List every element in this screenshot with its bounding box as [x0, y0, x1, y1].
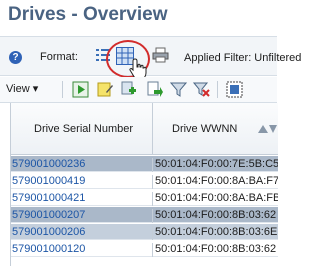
table-row[interactable]: 579001000236 50:01:04:F0:00:7E:5B:C5: [11, 156, 278, 172]
format-label: Format:: [40, 51, 78, 63]
clear-filter-icon[interactable]: [193, 81, 210, 98]
table-header: Drive Serial Number Drive WWNN: [11, 103, 278, 155]
edit-icon[interactable]: [97, 81, 114, 98]
table-row[interactable]: 579001000421 50:01:04:F0:00:8A:BA:FB: [11, 190, 278, 206]
drive-serial-link[interactable]: 579001000120: [11, 243, 153, 257]
drive-serial-link[interactable]: 579001000421: [11, 192, 153, 206]
drive-wwnn: 50:01:04:F0:00:8A:BA:F7: [155, 175, 278, 187]
toolbar-separator: [62, 81, 63, 98]
column-header-label: Drive Serial Number: [34, 123, 134, 135]
drive-serial-link[interactable]: 579001000206: [11, 226, 153, 240]
table-toolbar: View ▾: [0, 77, 277, 103]
applied-filter-label: Applied Filter: Unfiltered: [184, 52, 302, 64]
table-row[interactable]: 579001000419 50:01:04:F0:00:8A:BA:F7: [11, 173, 278, 189]
page-title: Drives - Overview: [8, 4, 168, 25]
toolbar-separator: [217, 81, 218, 98]
drive-wwnn: 50:01:04:F0:00:8B:03:6E: [155, 226, 278, 238]
run-icon[interactable]: [72, 81, 89, 98]
sort-icon[interactable]: [256, 123, 278, 135]
drive-serial-link[interactable]: 579001000419: [11, 175, 153, 189]
detach-icon[interactable]: [226, 81, 243, 98]
help-icon[interactable]: ?: [9, 51, 22, 64]
drive-wwnn: 50:01:04:F0:00:8B:03:62: [155, 209, 277, 221]
drive-serial-link[interactable]: 579001000207: [11, 209, 153, 223]
table-row[interactable]: 579001000120 50:01:04:F0:00:8B:03:62: [11, 241, 278, 257]
drive-serial-link[interactable]: 579001000236: [11, 158, 153, 172]
filter-icon[interactable]: [170, 81, 187, 98]
column-header-wwnn[interactable]: Drive WWNN: [153, 103, 278, 155]
view-menu-label: View: [6, 83, 30, 95]
column-header-label: Drive WWNN: [172, 123, 238, 135]
table-row[interactable]: 579001000206 50:01:04:F0:00:8B:03:6E: [11, 224, 278, 240]
column-header-serial[interactable]: Drive Serial Number: [11, 103, 153, 155]
drive-wwnn: 50:01:04:F0:00:8A:BA:FB: [155, 192, 278, 204]
drives-table: Drive Serial Number Drive WWNN 579001000…: [10, 103, 278, 266]
export-icon[interactable]: [146, 81, 163, 98]
print-icon[interactable]: [152, 47, 169, 63]
drive-wwnn: 50:01:04:F0:00:8B:03:62: [155, 243, 277, 255]
drive-wwnn: 50:01:04:F0:00:7E:5B:C5: [155, 158, 278, 170]
view-menu[interactable]: View ▾: [6, 82, 38, 95]
table-row[interactable]: 579001000207 50:01:04:F0:00:8B:03:62: [11, 207, 278, 223]
add-icon[interactable]: [120, 81, 137, 98]
